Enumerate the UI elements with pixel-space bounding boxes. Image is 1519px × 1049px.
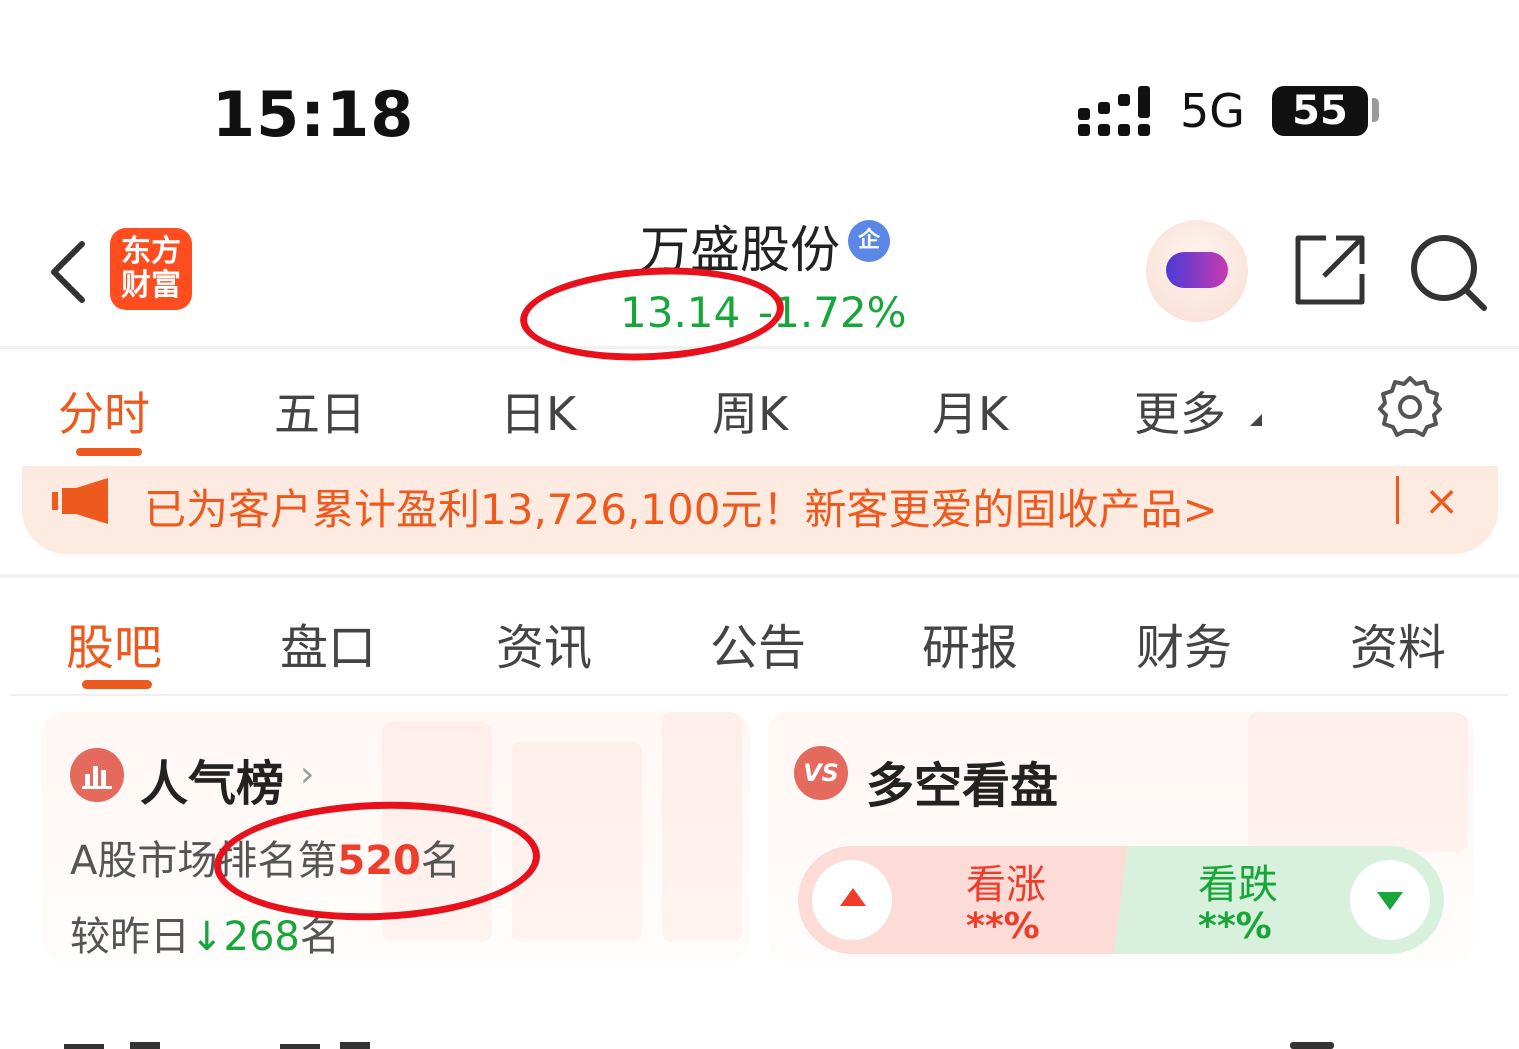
- card-decoration: [1248, 712, 1468, 852]
- tab-monthly-k[interactable]: 月K: [932, 378, 1008, 444]
- tab-announcements[interactable]: 公告: [710, 608, 806, 678]
- tab-news[interactable]: 资讯: [496, 608, 592, 678]
- tab-profile[interactable]: 资料: [1350, 608, 1446, 678]
- active-subtab-indicator: [82, 680, 152, 689]
- tab-order-book[interactable]: 盘口: [280, 608, 376, 678]
- promo-banner-text[interactable]: 已为客户累计盈利13,726,100元！新客更爱的固收产品>: [144, 476, 1218, 537]
- sentiment-title: 多空看盘: [866, 758, 1059, 814]
- card-decoration: [662, 712, 742, 942]
- compare-value: 268: [223, 914, 300, 960]
- tab-weekly-k[interactable]: 周K: [712, 378, 788, 444]
- logo-line-1: 东方: [121, 234, 181, 269]
- cellular-signal-icon: [1078, 86, 1150, 136]
- bearish-label: 看跌: [1198, 862, 1278, 908]
- more-dropdown-icon: [1250, 414, 1262, 426]
- triangle-up-icon: [840, 888, 866, 906]
- megaphone-icon: [52, 478, 108, 524]
- popularity-title[interactable]: 人气榜: [140, 744, 284, 814]
- battery-level: 55: [1292, 88, 1348, 134]
- settings-gear-icon[interactable]: [1378, 374, 1442, 438]
- tab-forum[interactable]: 股吧: [66, 608, 162, 678]
- bullish-value: **%: [966, 906, 1040, 947]
- tab-research[interactable]: 研报: [922, 608, 1018, 678]
- logo-line-2: 财富: [121, 268, 181, 303]
- chevron-right-icon[interactable]: ›: [300, 754, 314, 795]
- bullish-label: 看涨: [966, 862, 1046, 908]
- enterprise-badge-icon: 企: [848, 220, 890, 262]
- tab-five-day[interactable]: 五日: [274, 378, 366, 444]
- popularity-chart-icon: [70, 748, 124, 802]
- share-icon[interactable]: [1292, 232, 1368, 308]
- triangle-down-icon: [1377, 892, 1403, 910]
- arrow-down-icon: ↓: [190, 914, 224, 960]
- close-icon[interactable]: ×: [1424, 476, 1459, 525]
- tab-financials[interactable]: 财务: [1136, 608, 1232, 678]
- header-divider: [0, 346, 1519, 349]
- section-divider: [0, 574, 1519, 578]
- robot-face-icon: [1166, 252, 1228, 288]
- tab-more[interactable]: 更多: [1134, 378, 1226, 444]
- network-type: 5G: [1180, 84, 1245, 138]
- tab-daily-k[interactable]: 日K: [500, 378, 576, 444]
- search-icon[interactable]: [1408, 232, 1488, 312]
- vs-icon: VS: [794, 746, 848, 800]
- app-logo[interactable]: 东方 财富: [110, 228, 192, 310]
- compare-suffix: 名: [299, 914, 340, 960]
- next-section-peek: [64, 1042, 1334, 1049]
- bearish-value: **%: [1198, 906, 1272, 947]
- status-time: 15:18: [212, 78, 415, 151]
- subtab-divider: [10, 694, 1508, 696]
- active-tab-indicator: [76, 448, 142, 456]
- tab-intraday[interactable]: 分时: [58, 378, 150, 444]
- back-arrow-icon[interactable]: [44, 238, 92, 306]
- banner-separator: [1396, 476, 1399, 524]
- battery-tip: [1372, 98, 1379, 122]
- compare-prefix: 较昨日: [70, 914, 190, 960]
